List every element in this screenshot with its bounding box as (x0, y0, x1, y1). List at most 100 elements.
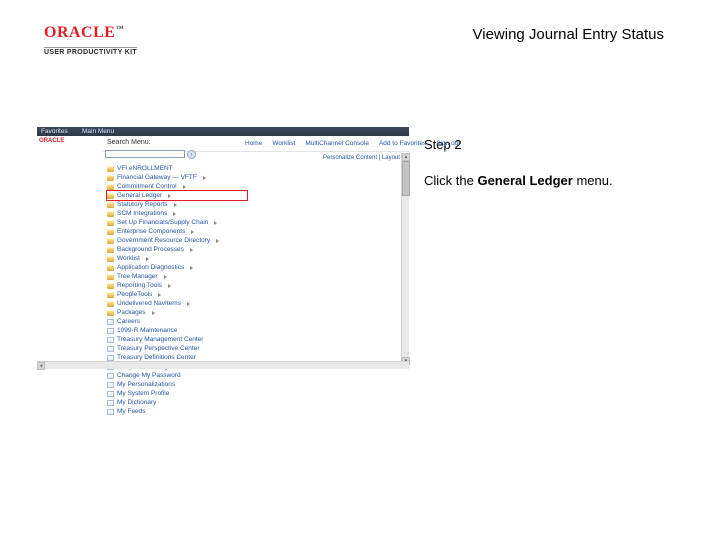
menu-item-general-ledger[interactable]: General Ledger (107, 191, 247, 200)
chevron-right-icon (152, 311, 155, 315)
chevron-right-icon (187, 302, 190, 306)
menu-item[interactable]: Packages (107, 308, 247, 317)
menu-item[interactable]: My Personalizations (107, 380, 247, 389)
document-icon (107, 409, 114, 415)
brand-block: ORACLE™ USER PRODUCTIVITY KIT (44, 24, 194, 57)
nav-multichannel[interactable]: MultiChannel Console (305, 140, 369, 148)
menu-item-label: Undelivered NavItems (117, 300, 181, 308)
chevron-right-icon (190, 248, 193, 252)
folder-icon (107, 229, 114, 235)
nav-signout[interactable]: Sign out (436, 140, 460, 148)
scroll-up-icon[interactable]: ▴ (402, 153, 410, 161)
scroll-left-icon[interactable]: ◂ (37, 362, 45, 370)
document-icon (107, 355, 114, 361)
menu-item[interactable]: Tree Manager (107, 272, 247, 281)
menu-item[interactable]: Commitment Control (107, 182, 247, 191)
nav-home[interactable]: Home (245, 140, 262, 148)
chevron-right-icon (158, 293, 161, 297)
chevron-right-icon (173, 212, 176, 216)
menu-item[interactable]: Statutory Reports (107, 200, 247, 209)
nav-worklist[interactable]: Worklist (272, 140, 295, 148)
instruction-post: menu. (573, 173, 613, 188)
nav-add-favorites[interactable]: Add to Favorites (379, 140, 426, 148)
menu-item[interactable]: Worklist (107, 254, 247, 263)
menu-item[interactable]: Treasury Management Center (107, 335, 247, 344)
chevron-right-icon (214, 221, 217, 225)
menu-item[interactable]: VFI eNROLLMENT (107, 164, 247, 173)
menu-item[interactable]: Application Diagnostics (107, 263, 247, 272)
menu-item[interactable]: My Dictionary (107, 398, 247, 407)
menu-item-label: Background Processes (117, 246, 184, 254)
menu-item-label: Treasury Management Center (117, 336, 203, 344)
chevron-right-icon (164, 275, 167, 279)
menu-item[interactable]: Set Up Financials/Supply Chain (107, 218, 247, 227)
folder-icon (107, 310, 114, 316)
horizontal-scrollbar[interactable]: ◂ (37, 361, 409, 369)
folder-icon (107, 193, 114, 199)
document-icon (107, 346, 114, 352)
topbar-favorites[interactable]: Favorites (41, 128, 68, 136)
document-icon (107, 319, 114, 325)
folder-icon (107, 283, 114, 289)
menu-item[interactable]: SCM Integrations (107, 209, 247, 218)
chevron-right-icon (183, 185, 186, 189)
folder-icon (107, 247, 114, 253)
topbar-main-menu[interactable]: Main Menu (82, 128, 114, 136)
folder-icon (107, 301, 114, 307)
menu-item-label: Financial Gateway — VFTF (117, 174, 197, 182)
menu-item[interactable]: Financial Gateway — VFTF (107, 173, 247, 182)
instruction-pre: Click the (424, 173, 477, 188)
document-icon (107, 373, 114, 379)
chevron-right-icon (203, 176, 206, 180)
document-icon (107, 337, 114, 343)
menu-item[interactable]: 1099-R Maintenance (107, 326, 247, 335)
menu-item[interactable]: Government Resource Directory (107, 236, 247, 245)
menu-item[interactable]: Reporting Tools (107, 281, 247, 290)
menu-item-label: My Dictionary (117, 399, 156, 407)
vertical-scrollbar[interactable]: ▴ ▾ (401, 153, 409, 365)
document-icon (107, 328, 114, 334)
menu-item[interactable]: Undelivered NavItems (107, 299, 247, 308)
chevron-right-icon (190, 266, 193, 270)
page-title: Viewing Journal Entry Status (473, 26, 665, 43)
menu-item[interactable]: Careers (107, 317, 247, 326)
main-menu-tree: VFI eNROLLMENTFinancial Gateway — VFTFCo… (107, 164, 247, 416)
menu-item[interactable]: Change My Password (107, 371, 247, 380)
chevron-right-icon (191, 230, 194, 234)
folder-icon (107, 265, 114, 271)
chevron-right-icon (168, 284, 171, 288)
menu-item-label: Commitment Control (117, 183, 177, 191)
menu-item-label: PeopleTools (117, 291, 152, 299)
menu-item[interactable]: My Feeds (107, 407, 247, 416)
oracle-logo: ORACLE™ (44, 24, 194, 42)
menu-item-label: 1099-R Maintenance (117, 327, 177, 335)
folder-icon (107, 238, 114, 244)
menu-item-label: Set Up Financials/Supply Chain (117, 219, 208, 227)
folder-icon (107, 184, 114, 190)
folder-icon (107, 211, 114, 217)
search-input[interactable] (105, 150, 185, 158)
app-screenshot: Favorites Main Menu ORACLE Home Worklist… (37, 127, 409, 369)
personalize-link[interactable]: Personalize Content | Layout (323, 155, 400, 162)
chevron-right-icon (146, 257, 149, 261)
folder-icon (107, 292, 114, 298)
folder-icon (107, 220, 114, 226)
menu-item[interactable]: Background Processes (107, 245, 247, 254)
folder-icon (107, 175, 114, 181)
chevron-right-icon (174, 203, 177, 207)
search-go-icon[interactable]: › (187, 150, 196, 159)
menu-item-label: SCM Integrations (117, 210, 167, 218)
menu-item[interactable]: Enterprise Components (107, 227, 247, 236)
menu-item-label: Careers (117, 318, 140, 326)
menu-item-label: VFI eNROLLMENT (117, 165, 173, 173)
menu-item-label: Tree Manager (117, 273, 158, 281)
instruction-text: Click the General Ledger menu. (424, 173, 613, 188)
menu-item-label: My Feeds (117, 408, 146, 416)
menu-item[interactable]: My System Profile (107, 389, 247, 398)
menu-item-label: Government Resource Directory (117, 237, 210, 245)
document-icon (107, 400, 114, 406)
menu-item[interactable]: PeopleTools (107, 290, 247, 299)
tm-mark: ™ (115, 24, 124, 33)
menu-item[interactable]: Treasury Perspective Center (107, 344, 247, 353)
scroll-thumb[interactable] (402, 161, 410, 196)
